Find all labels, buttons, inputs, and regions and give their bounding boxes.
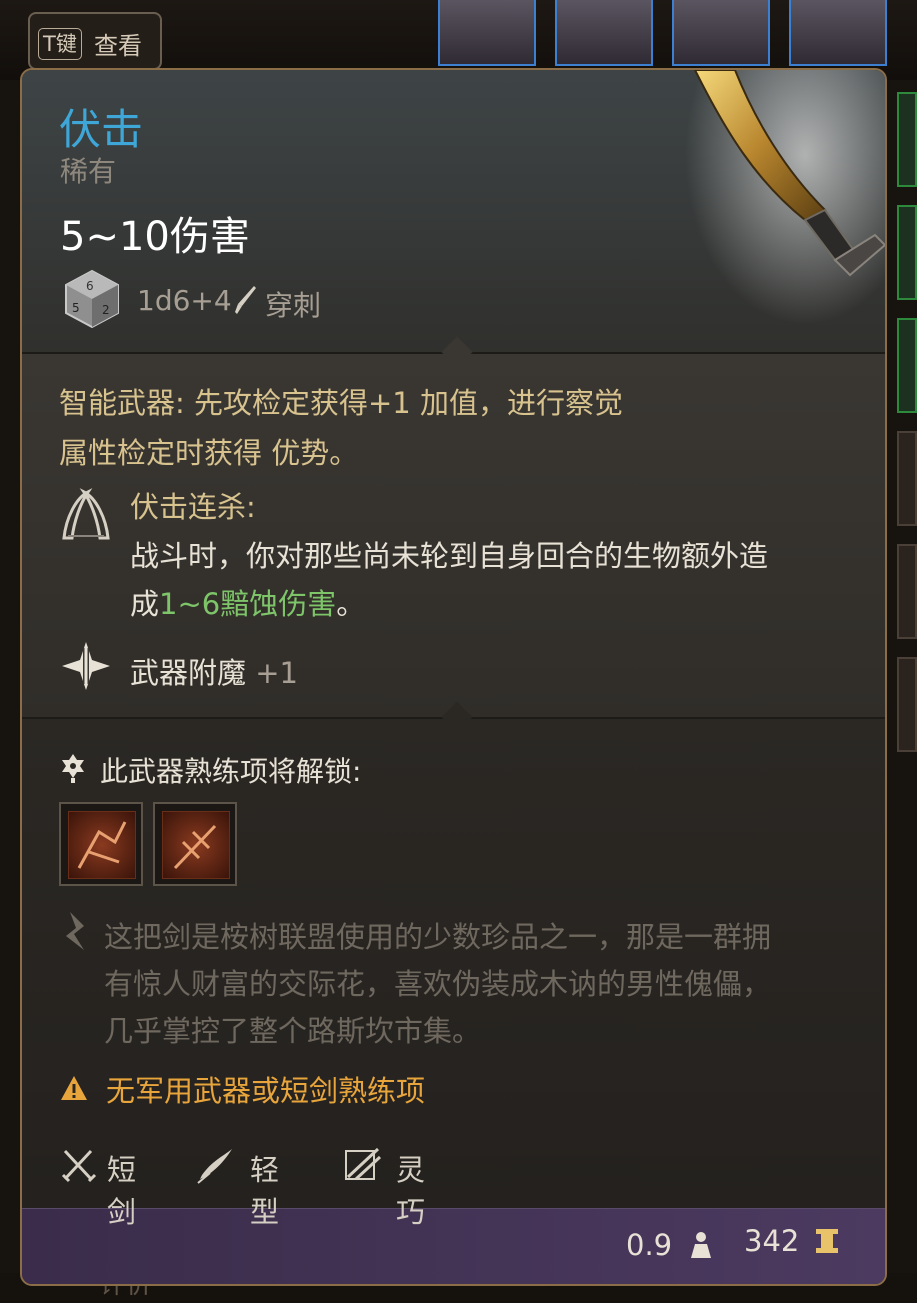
proficiency-action-2[interactable] bbox=[153, 802, 237, 886]
inspect-hint-button[interactable]: T键 查看 bbox=[28, 12, 162, 70]
ability-desc-text: 。 bbox=[336, 587, 366, 621]
ability-description: 战斗时，你对那些尚未轮到自身回合的生物额外造 成1~6黯蚀伤害。 bbox=[130, 532, 850, 628]
equipment-slot[interactable] bbox=[555, 0, 653, 66]
lore-line: 有惊人财富的交际花，喜欢伪装成木讷的男性傀儡， bbox=[104, 967, 772, 1001]
unlock-icon bbox=[62, 754, 84, 783]
lore-line: 几乎掌控了整个路斯坎市集。 bbox=[104, 1014, 482, 1048]
pierce-icon bbox=[235, 286, 256, 314]
item-tooltip: 伏击 稀有 5~10伤害 6 5 2 1d6+4 穿刺 智能武器: 先攻检定获得… bbox=[20, 68, 887, 1286]
proficiency-unlock-label: 此武器熟练项将解锁: bbox=[100, 755, 362, 788]
lore-icon bbox=[66, 912, 84, 950]
equipment-slot[interactable] bbox=[789, 0, 887, 66]
svg-text:5: 5 bbox=[72, 301, 80, 315]
damage-dice: 1d6+4 bbox=[137, 284, 232, 317]
ability-desc-line: 战斗时，你对那些尚未轮到自身回合的生物额外造 bbox=[130, 539, 769, 573]
dice-icon: 6 5 2 bbox=[65, 269, 119, 329]
passive-line: 智能武器: 先攻检定获得+1 加值，进行察觉 bbox=[59, 386, 623, 420]
enchant-icon bbox=[62, 642, 110, 690]
side-slot[interactable] bbox=[897, 318, 917, 413]
side-slot[interactable] bbox=[897, 544, 917, 639]
finesse-icon bbox=[345, 1147, 382, 1181]
proficiency-warning: 无军用武器或短剑熟练项 bbox=[106, 1074, 426, 1108]
ability-title: 伏击连杀: bbox=[130, 490, 256, 524]
ability-desc-text: 成 bbox=[130, 587, 160, 621]
item-weight: 0.9 bbox=[626, 1228, 673, 1262]
side-slot[interactable] bbox=[897, 431, 917, 526]
enchant-bonus: +1 bbox=[255, 656, 298, 690]
weapon-illustration bbox=[685, 70, 885, 353]
item-lore: 这把剑是桉树联盟使用的少数珍品之一，那是一群拥 有惊人财富的交际花，喜欢伪装成木… bbox=[104, 914, 864, 1055]
inspect-label: 查看 bbox=[94, 32, 142, 60]
smart-weapon-passive: 智能武器: 先攻检定获得+1 加值，进行察觉 属性检定时获得 优势。 bbox=[59, 378, 699, 478]
equipment-slot[interactable] bbox=[438, 0, 536, 66]
ability-desc-line: 成1~6黯蚀伤害。 bbox=[130, 580, 850, 628]
item-value: 342 bbox=[744, 1224, 800, 1258]
weapon-enchantment: 武器附魔 +1 bbox=[130, 650, 298, 692]
item-name: 伏击 bbox=[59, 105, 144, 154]
lore-line: 这把剑是桉树联盟使用的少数珍品之一，那是一群拥 bbox=[104, 920, 772, 954]
warning-icon bbox=[61, 1076, 87, 1100]
enchant-label: 武器附魔 bbox=[130, 656, 247, 690]
light-icon bbox=[197, 1149, 232, 1184]
ability-damage-highlight: 1~6黯蚀伤害 bbox=[159, 587, 337, 621]
key-badge: T键 bbox=[38, 28, 82, 60]
side-slot[interactable] bbox=[897, 205, 917, 300]
damage-type: 穿刺 bbox=[265, 289, 322, 322]
svg-text:6: 6 bbox=[86, 279, 94, 293]
passive-line: 属性检定时获得 优势。 bbox=[59, 436, 359, 470]
weight-icon bbox=[691, 1232, 711, 1258]
property-label: 短剑 bbox=[107, 1153, 137, 1229]
gold-icon bbox=[816, 1229, 838, 1253]
proficiency-icon-2 bbox=[162, 811, 230, 879]
item-rarity: 稀有 bbox=[60, 155, 117, 188]
proficiency-action-1[interactable] bbox=[59, 802, 143, 886]
property-label: 灵巧 bbox=[396, 1153, 426, 1229]
proficiency-icon bbox=[68, 811, 136, 879]
equipment-slot[interactable] bbox=[672, 0, 770, 66]
svg-text:2: 2 bbox=[102, 303, 110, 317]
shortsword-icon bbox=[61, 1149, 97, 1183]
property-label: 轻型 bbox=[250, 1153, 280, 1229]
item-damage: 5~10伤害 bbox=[60, 214, 250, 260]
ambush-ability-icon bbox=[62, 488, 110, 540]
side-slot[interactable] bbox=[897, 657, 917, 752]
side-slot[interactable] bbox=[897, 92, 917, 187]
